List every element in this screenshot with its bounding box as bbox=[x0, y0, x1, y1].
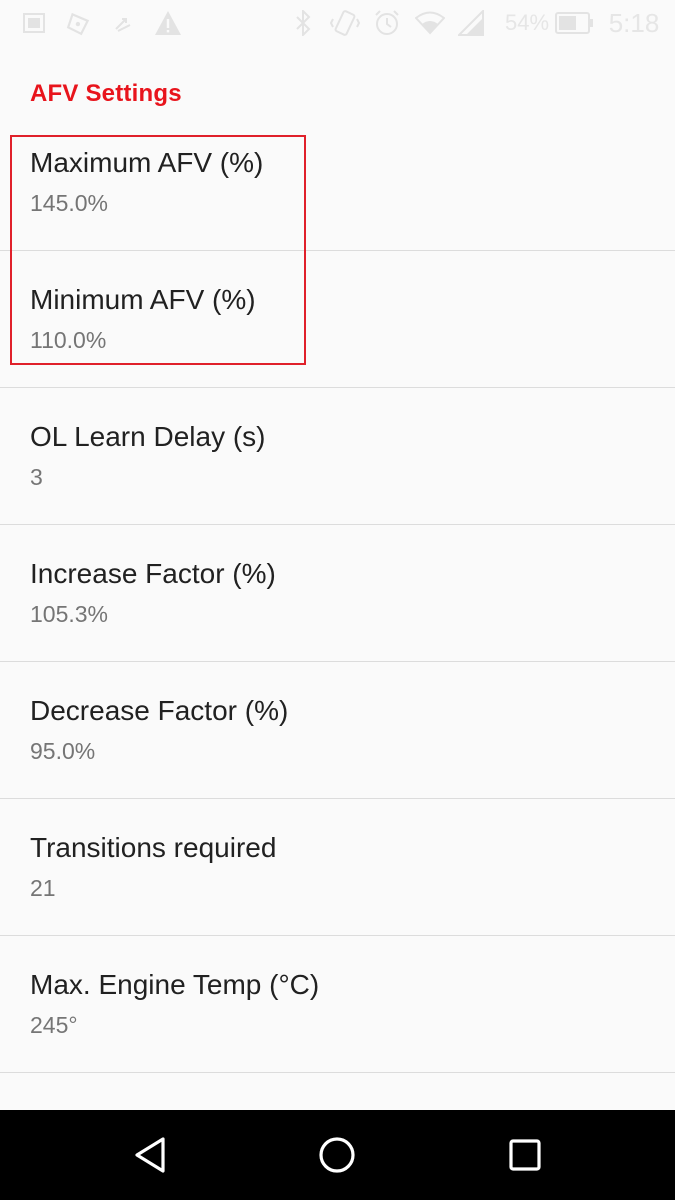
rotate-notification-icon bbox=[64, 8, 94, 38]
alarm-icon bbox=[372, 8, 402, 38]
recents-square-icon[interactable] bbox=[500, 1130, 550, 1180]
pref-max-engine-temp[interactable]: Max. Engine Temp (°C) 245° bbox=[0, 936, 675, 1073]
pref-summary: 95.0% bbox=[30, 738, 96, 764]
pref-title: OL Learn Delay (s) bbox=[30, 421, 266, 452]
navigation-bar bbox=[0, 1110, 675, 1200]
section-header: AFV Settings bbox=[30, 80, 182, 107]
pref-title: Minimum AFV (%) bbox=[30, 284, 256, 315]
wifi-icon bbox=[414, 8, 446, 38]
pref-summary: 145.0% bbox=[30, 190, 109, 216]
usb-notification-icon bbox=[110, 8, 138, 38]
signal-icon bbox=[456, 8, 486, 38]
preference-list: Maximum AFV (%) 145.0% Minimum AFV (%) 1… bbox=[0, 114, 675, 1073]
pref-summary: 245° bbox=[30, 1012, 78, 1038]
back-triangle-icon[interactable] bbox=[125, 1130, 175, 1180]
pref-title: Transitions required bbox=[30, 832, 277, 863]
pref-title: Maximum AFV (%) bbox=[30, 147, 264, 178]
pref-summary: 105.3% bbox=[30, 601, 109, 627]
clock: 5:18 bbox=[608, 7, 660, 38]
pref-maximum-afv[interactable]: Maximum AFV (%) 145.0% bbox=[0, 114, 675, 251]
pref-summary: 3 bbox=[30, 464, 43, 490]
gallery-notification-icon bbox=[20, 8, 48, 38]
home-circle-icon[interactable] bbox=[312, 1130, 362, 1180]
pref-transitions-required[interactable]: Transitions required 21 bbox=[0, 799, 675, 936]
pref-title: Decrease Factor (%) bbox=[30, 695, 289, 726]
pref-summary: 110.0% bbox=[30, 327, 107, 353]
pref-minimum-afv[interactable]: Minimum AFV (%) 110.0% bbox=[0, 251, 675, 388]
warning-notification-icon bbox=[152, 8, 184, 38]
pref-increase-factor[interactable]: Increase Factor (%) 105.3% bbox=[0, 525, 675, 662]
battery-icon bbox=[554, 8, 594, 38]
battery-percent: 54% bbox=[504, 10, 550, 35]
pref-title: Increase Factor (%) bbox=[30, 558, 276, 589]
screen: 54% 5:18 AFV Settings Maximum AFV (%) 14… bbox=[0, 0, 675, 1200]
pref-title: Max. Engine Temp (°C) bbox=[30, 969, 320, 1000]
bluetooth-icon bbox=[292, 8, 314, 38]
vibrate-icon bbox=[328, 8, 362, 38]
status-bar: 54% 5:18 bbox=[0, 0, 675, 48]
pref-decrease-factor[interactable]: Decrease Factor (%) 95.0% bbox=[0, 662, 675, 799]
pref-summary: 21 bbox=[30, 875, 56, 901]
pref-ol-learn-delay[interactable]: OL Learn Delay (s) 3 bbox=[0, 388, 675, 525]
